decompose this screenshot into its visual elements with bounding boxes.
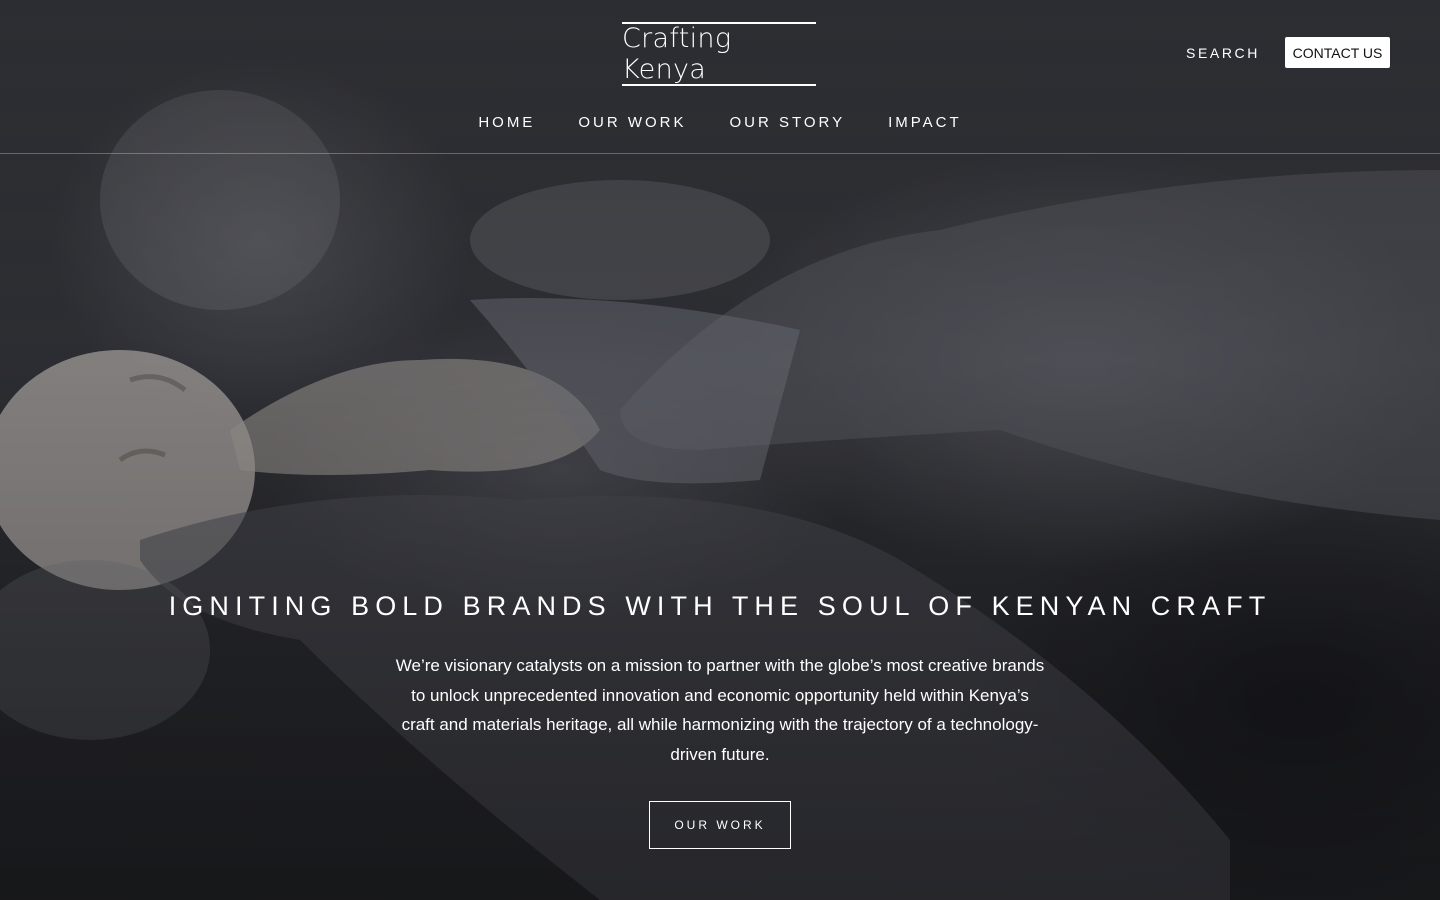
nav-item-impact[interactable]: IMPACT [888,112,962,134]
search-link[interactable]: SEARCH [1186,44,1260,62]
site-header: Crafting Kenya SEARCH CONTACT US HOME OU… [0,0,1440,154]
hero-description: We’re visionary catalysts on a mission t… [395,656,1045,764]
main-nav: HOME OUR WORK OUR STORY IMPACT [0,112,1440,134]
contact-us-button[interactable]: CONTACT US [1285,37,1390,68]
hero-section: IGNITING BOLD BRANDS WITH THE SOUL OF KE… [0,588,1440,849]
hero-title: IGNITING BOLD BRANDS WITH THE SOUL OF KE… [168,591,1272,621]
our-work-button[interactable]: OUR WORK [649,801,791,849]
nav-item-our-work[interactable]: OUR WORK [578,112,686,134]
nav-item-home[interactable]: HOME [478,112,535,134]
nav-item-our-story[interactable]: OUR STORY [729,112,845,134]
site-logo[interactable]: Crafting Kenya [622,22,816,86]
